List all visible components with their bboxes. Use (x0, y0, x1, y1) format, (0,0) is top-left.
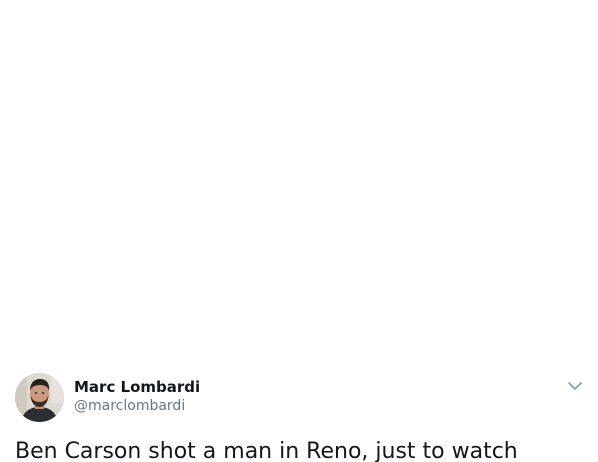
tweet-text: Ben Carson shot a man in Reno, just to w… (15, 439, 518, 462)
author-name[interactable]: Marc Lombardi (74, 378, 200, 396)
author-handle[interactable]: @marclombardi (74, 397, 185, 415)
avatar-photo (15, 373, 64, 422)
tweet-card: Marc Lombardi @marclombardi Ben Carson s… (0, 370, 598, 462)
chevron-down-icon[interactable] (567, 379, 583, 393)
avatar[interactable] (15, 373, 64, 422)
